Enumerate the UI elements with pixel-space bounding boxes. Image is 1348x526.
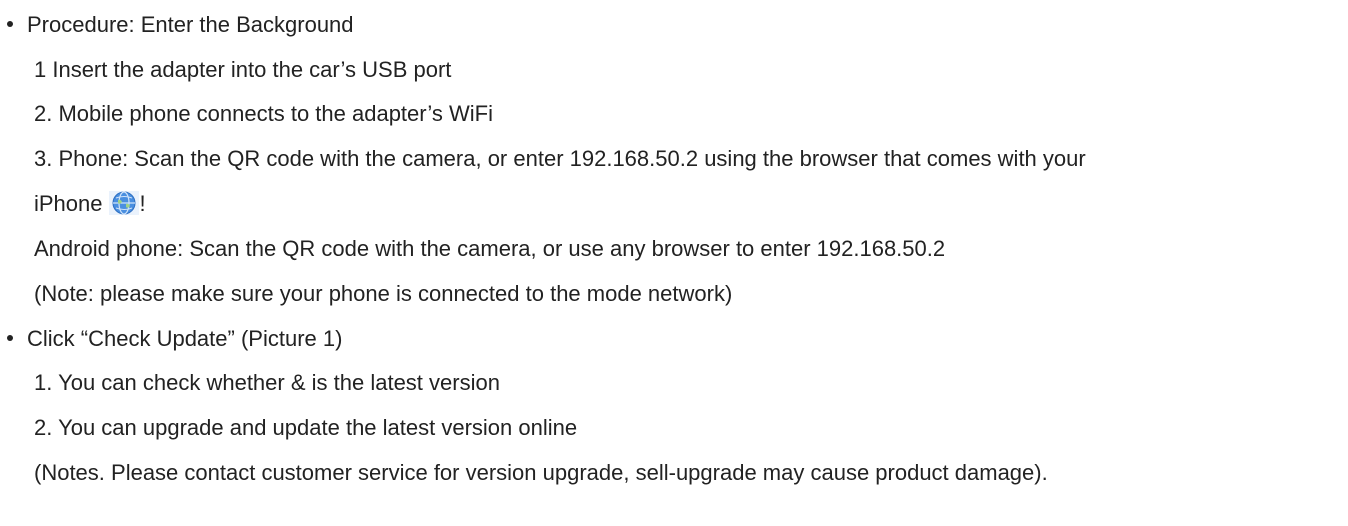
step-line: 2. Mobile phone connects to the adapter’… [34,101,494,126]
document: Procedure: Enter the Background 1 Insert… [0,0,1348,526]
step-line-continued: iPhone ! [34,191,146,217]
note-line: (Note: please make sure your phone is co… [34,281,733,306]
step-line: Android phone: Scan the QR code with the… [34,236,946,261]
bullet-dot [7,335,13,342]
bullet-item-procedure: Procedure: Enter the Background [7,12,354,38]
iphone-text: iPhone [34,191,103,216]
bullet-item-check-update: Click “Check Update” (Picture 1) [7,326,342,352]
section-heading: Click “Check Update” (Picture 1) [27,326,343,351]
step-line: 3. Phone: Scan the QR code with the came… [34,146,1086,171]
exclamation-text: ! [139,191,146,216]
step-line: 1 Insert the adapter into the car’s USB … [34,57,452,82]
bullet-dot [7,21,13,28]
note-line: (Notes. Please contact customer service … [34,460,1048,485]
step-line: 2. You can upgrade and update the latest… [34,415,578,440]
globe-icon [108,191,139,215]
step-line: 1. You can check whether & is the latest… [34,370,500,395]
section-heading: Procedure: Enter the Background [27,12,354,37]
